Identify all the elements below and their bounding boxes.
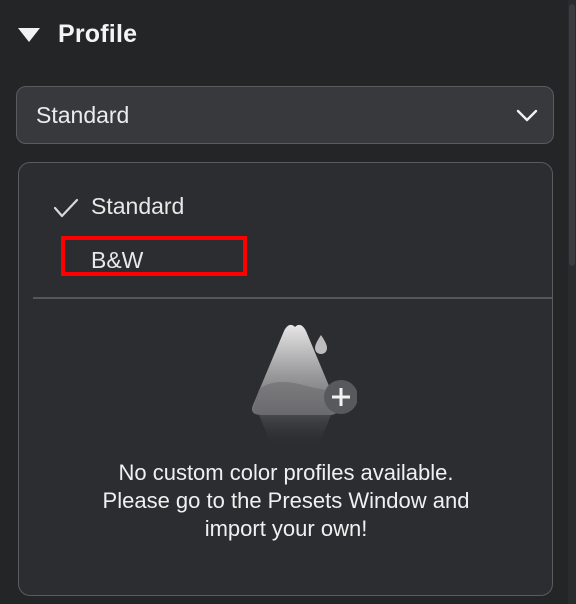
empty-state-message: No custom color profiles available. Plea… (102, 460, 470, 541)
scrollbar-thumb[interactable] (569, 4, 575, 266)
menu-item-label: Standard (91, 193, 185, 219)
menu-item-standard[interactable]: Standard (19, 187, 552, 227)
profile-section-header[interactable]: Profile (18, 18, 137, 50)
checkmark-icon (53, 198, 79, 218)
profile-dropdown-menu: Standard B&W No custom color profiles av… (18, 162, 553, 596)
profile-select[interactable]: Standard (16, 86, 554, 144)
mountain-plus-icon (251, 324, 357, 449)
highlight-annotation (61, 236, 247, 276)
profile-select-value: Standard (36, 101, 130, 128)
section-title: Profile (58, 19, 138, 48)
triangle-down-icon[interactable] (18, 28, 40, 42)
scrollbar-track[interactable] (568, 0, 576, 604)
menu-divider (33, 297, 552, 299)
chevron-down-icon (516, 109, 538, 122)
